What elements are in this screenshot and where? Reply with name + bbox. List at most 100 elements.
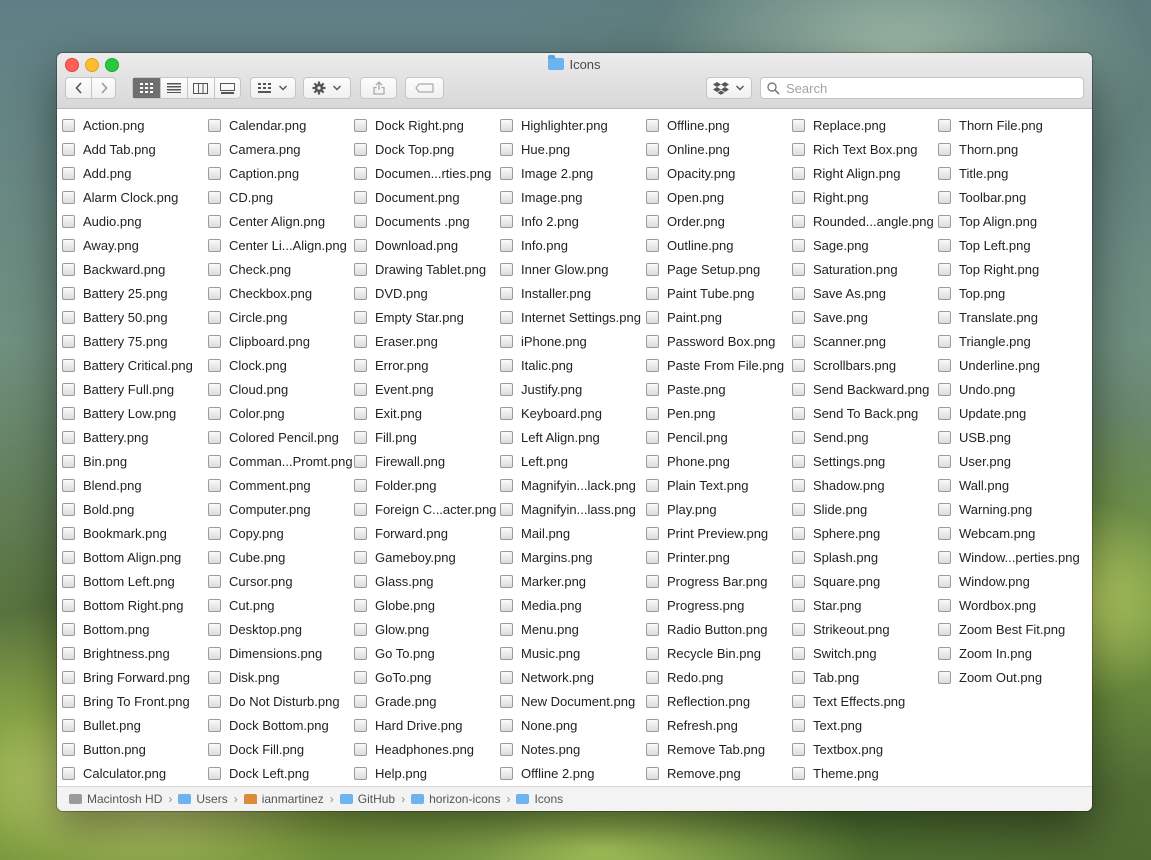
file-item[interactable]: Info 2.png bbox=[500, 209, 579, 233]
file-item[interactable]: Zoom Out.png bbox=[938, 665, 1042, 689]
file-item[interactable]: Bring To Front.png bbox=[62, 689, 190, 713]
file-item[interactable]: Documents .png bbox=[354, 209, 470, 233]
file-item[interactable]: Scrollbars.png bbox=[792, 353, 896, 377]
file-item[interactable]: Strikeout.png bbox=[792, 617, 890, 641]
file-item[interactable]: Bottom.png bbox=[62, 617, 150, 641]
back-button[interactable] bbox=[66, 78, 91, 98]
file-item[interactable]: None.png bbox=[500, 713, 577, 737]
file-item[interactable]: Computer.png bbox=[208, 497, 311, 521]
column-view-button[interactable] bbox=[186, 78, 214, 98]
file-item[interactable]: Left.png bbox=[500, 449, 568, 473]
file-item[interactable]: Thorn.png bbox=[938, 137, 1018, 161]
file-item[interactable]: Center Align.png bbox=[208, 209, 325, 233]
file-item[interactable]: Battery.png bbox=[62, 425, 149, 449]
file-item[interactable]: Bottom Align.png bbox=[62, 545, 181, 569]
file-item[interactable]: Keyboard.png bbox=[500, 401, 602, 425]
file-item[interactable]: Do Not Disturb.png bbox=[208, 689, 340, 713]
file-item[interactable]: Document.png bbox=[354, 185, 460, 209]
file-item[interactable]: Color.png bbox=[208, 401, 285, 425]
file-item[interactable]: Webcam.png bbox=[938, 521, 1035, 545]
file-item[interactable]: Internet Settings.png bbox=[500, 305, 641, 329]
file-item[interactable]: Image 2.png bbox=[500, 161, 593, 185]
file-item[interactable]: Download.png bbox=[354, 233, 458, 257]
file-item[interactable]: Battery Full.png bbox=[62, 377, 174, 401]
file-item[interactable]: Gameboy.png bbox=[354, 545, 456, 569]
action-button[interactable] bbox=[303, 77, 351, 99]
file-item[interactable]: Print Preview.png bbox=[646, 521, 768, 545]
file-item[interactable]: Dock Bottom.png bbox=[208, 713, 329, 737]
file-item[interactable]: Printer.png bbox=[646, 545, 730, 569]
file-item[interactable]: Bin.png bbox=[62, 449, 127, 473]
file-item[interactable]: Battery Low.png bbox=[62, 401, 176, 425]
breadcrumb-item[interactable]: GitHub bbox=[339, 792, 395, 806]
file-item[interactable]: Dock Right.png bbox=[354, 113, 464, 137]
file-item[interactable]: Send Backward.png bbox=[792, 377, 929, 401]
file-item[interactable]: Right.png bbox=[792, 185, 869, 209]
file-item[interactable]: Replace.png bbox=[792, 113, 886, 137]
file-item[interactable]: Battery 50.png bbox=[62, 305, 168, 329]
file-item[interactable]: Cloud.png bbox=[208, 377, 288, 401]
file-item[interactable]: Plain Text.png bbox=[646, 473, 748, 497]
file-item[interactable]: Menu.png bbox=[500, 617, 579, 641]
file-item[interactable]: Circle.png bbox=[208, 305, 288, 329]
file-item[interactable]: Backward.png bbox=[62, 257, 165, 281]
file-item[interactable]: Update.png bbox=[938, 401, 1026, 425]
file-item[interactable]: Clock.png bbox=[208, 353, 287, 377]
file-item[interactable]: Paste.png bbox=[646, 377, 726, 401]
file-item[interactable]: Add.png bbox=[62, 161, 131, 185]
file-item[interactable]: Mail.png bbox=[500, 521, 570, 545]
file-item[interactable]: Outline.png bbox=[646, 233, 734, 257]
file-item[interactable]: Zoom Best Fit.png bbox=[938, 617, 1065, 641]
file-item[interactable]: Left Align.png bbox=[500, 425, 600, 449]
file-item[interactable]: Globe.png bbox=[354, 593, 435, 617]
file-item[interactable]: Underline.png bbox=[938, 353, 1040, 377]
file-item[interactable]: Camera.png bbox=[208, 137, 301, 161]
file-item[interactable]: Alarm Clock.png bbox=[62, 185, 178, 209]
file-item[interactable]: Dimensions.png bbox=[208, 641, 322, 665]
file-item[interactable]: Scanner.png bbox=[792, 329, 886, 353]
file-item[interactable]: Dock Left.png bbox=[208, 761, 309, 785]
file-item[interactable]: Comman...Promt.png bbox=[208, 449, 353, 473]
file-item[interactable]: Image.png bbox=[500, 185, 582, 209]
file-item[interactable]: Settings.png bbox=[792, 449, 885, 473]
file-item[interactable]: Undo.png bbox=[938, 377, 1015, 401]
file-item[interactable]: Star.png bbox=[792, 593, 861, 617]
file-item[interactable]: Remove.png bbox=[646, 761, 741, 785]
file-item[interactable]: Window...perties.png bbox=[938, 545, 1080, 569]
file-item[interactable]: Button.png bbox=[62, 737, 146, 761]
file-item[interactable]: Triangle.png bbox=[938, 329, 1031, 353]
file-item[interactable]: Redo.png bbox=[646, 665, 723, 689]
file-item[interactable]: Colored Pencil.png bbox=[208, 425, 339, 449]
file-item[interactable]: Pen.png bbox=[646, 401, 715, 425]
dropbox-button[interactable] bbox=[706, 77, 752, 99]
file-item[interactable]: Checkbox.png bbox=[208, 281, 312, 305]
file-item[interactable]: Sphere.png bbox=[792, 521, 880, 545]
file-item[interactable]: Text.png bbox=[792, 713, 862, 737]
file-item[interactable]: Save As.png bbox=[792, 281, 886, 305]
file-item[interactable]: Go To.png bbox=[354, 641, 435, 665]
file-item[interactable]: Help.png bbox=[354, 761, 427, 785]
file-item[interactable]: Justify.png bbox=[500, 377, 582, 401]
file-item[interactable]: Grade.png bbox=[354, 689, 436, 713]
file-item[interactable]: Exit.png bbox=[354, 401, 422, 425]
file-item[interactable]: Shadow.png bbox=[792, 473, 885, 497]
file-item[interactable]: Top Right.png bbox=[938, 257, 1039, 281]
file-item[interactable]: Saturation.png bbox=[792, 257, 898, 281]
file-item[interactable]: Rich Text Box.png bbox=[792, 137, 918, 161]
file-item[interactable]: Foreign C...acter.png bbox=[354, 497, 496, 521]
file-item[interactable]: Thorn File.png bbox=[938, 113, 1043, 137]
file-item[interactable]: Comment.png bbox=[208, 473, 311, 497]
file-item[interactable]: Remove Tab.png bbox=[646, 737, 765, 761]
file-item[interactable]: New Document.png bbox=[500, 689, 635, 713]
file-item[interactable]: Zoom In.png bbox=[938, 641, 1032, 665]
file-item[interactable]: Paint Tube.png bbox=[646, 281, 754, 305]
file-item[interactable]: Info.png bbox=[500, 233, 568, 257]
file-item[interactable]: Theme.png bbox=[792, 761, 879, 785]
file-item[interactable]: Rounded...angle.png bbox=[792, 209, 934, 233]
file-item[interactable]: Battery Critical.png bbox=[62, 353, 193, 377]
file-item[interactable]: Order.png bbox=[646, 209, 725, 233]
file-item[interactable]: Offline.png bbox=[646, 113, 730, 137]
file-item[interactable]: Text Effects.png bbox=[792, 689, 905, 713]
file-item[interactable]: Opacity.png bbox=[646, 161, 735, 185]
file-item[interactable]: Slide.png bbox=[792, 497, 867, 521]
